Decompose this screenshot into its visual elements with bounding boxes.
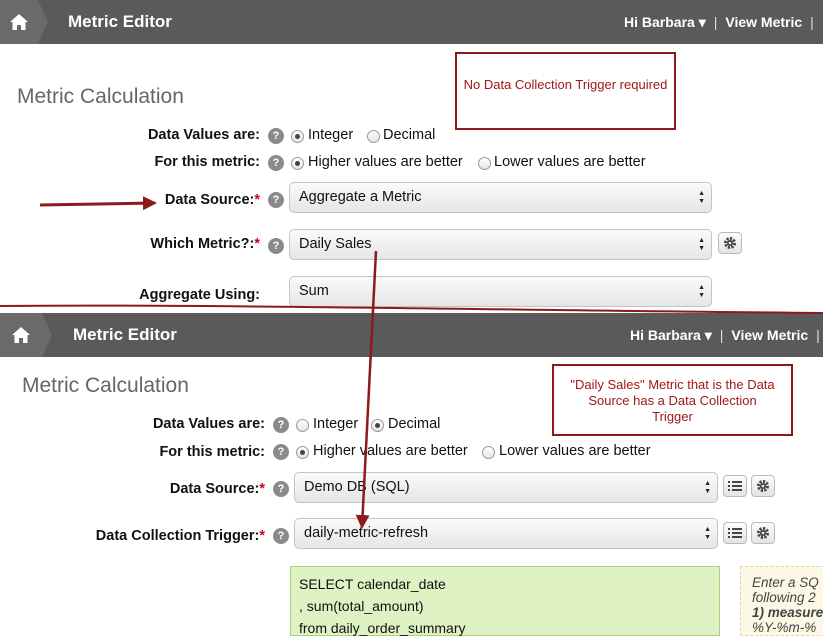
top-header-bar: Metric Editor Hi Barbara ▾ | View Metric |	[0, 0, 823, 44]
nav-separator: |	[810, 14, 814, 30]
which-metric-label: Which Metric?:*	[150, 236, 260, 252]
breadcrumb-notch	[42, 313, 52, 357]
bottom-header-bar: Metric Editor Hi Barbara ▾ | View Metric |	[0, 313, 823, 357]
radio-integer-label: Integer	[313, 416, 359, 432]
header-user-nav: Hi Barbara ▾ | View Metric |	[624, 0, 822, 44]
radio-decimal-label: Decimal	[388, 416, 441, 432]
required-marker: *	[259, 528, 265, 544]
radio-integer[interactable]	[291, 130, 304, 143]
help-icon[interactable]: ?	[273, 528, 289, 544]
view-metric-link[interactable]: View Metric	[725, 14, 802, 30]
data-source-select[interactable]: Aggregate a Metric ▲ ▼	[289, 182, 712, 213]
select-arrows-icon: ▲ ▼	[698, 190, 705, 205]
help-icon[interactable]: ?	[273, 444, 289, 460]
section-title: Metric Calculation	[22, 374, 189, 397]
radio-lower-better-label: Lower values are better	[499, 443, 651, 459]
data-source-list-button[interactable]	[723, 475, 747, 497]
data-source-label: Data Source:*	[169, 481, 265, 497]
gear-icon	[757, 480, 769, 492]
radio-decimal[interactable]	[367, 130, 380, 143]
breadcrumb-notch	[38, 0, 48, 44]
annotation-arrow	[39, 196, 157, 211]
sql-line: SELECT calendar_date	[299, 576, 446, 592]
data-source-select[interactable]: Demo DB (SQL) ▲ ▼	[294, 472, 718, 503]
required-marker: *	[254, 192, 260, 208]
list-icon	[728, 481, 742, 491]
help-icon[interactable]: ?	[273, 481, 289, 497]
nav-separator: |	[719, 327, 724, 343]
trigger-value: daily-metric-refresh	[304, 525, 429, 541]
hint-line: 1) measure	[752, 605, 823, 620]
radio-higher-better[interactable]	[291, 157, 304, 170]
home-icon	[12, 327, 30, 343]
page-title: Metric Editor	[68, 12, 172, 31]
trigger-list-button[interactable]	[723, 522, 747, 544]
help-icon[interactable]: ?	[268, 192, 284, 208]
help-icon[interactable]: ?	[268, 155, 284, 171]
help-icon[interactable]: ?	[273, 417, 289, 433]
radio-decimal[interactable]	[371, 419, 384, 432]
user-menu[interactable]: Hi Barbara ▾	[630, 327, 712, 343]
which-metric-select[interactable]: Daily Sales ▲ ▼	[289, 229, 712, 260]
radio-integer[interactable]	[296, 419, 309, 432]
hint-line: following 2	[752, 590, 816, 605]
home-icon	[10, 14, 28, 30]
required-marker: *	[259, 481, 265, 497]
gear-icon	[757, 527, 769, 539]
radio-higher-better-label: Higher values are better	[313, 443, 468, 459]
radio-decimal-label: Decimal	[383, 127, 436, 143]
for-metric-label: For this metric:	[154, 154, 260, 170]
select-arrows-icon: ▲ ▼	[704, 526, 711, 541]
home-button[interactable]	[0, 0, 38, 44]
data-source-value: Demo DB (SQL)	[304, 479, 410, 495]
sql-line: from daily_order_summary	[299, 620, 466, 636]
section-title: Metric Calculation	[17, 85, 184, 108]
select-arrows-icon: ▲ ▼	[698, 237, 705, 252]
sql-line: , sum(total_amount)	[299, 598, 424, 614]
user-menu[interactable]: Hi Barbara ▾	[624, 14, 706, 30]
data-values-label: Data Values are:	[147, 127, 260, 143]
data-values-label: Data Values are:	[152, 416, 265, 432]
select-arrows-icon: ▲ ▼	[698, 284, 705, 299]
hint-line: Enter a SQ	[752, 575, 819, 590]
which-metric-value: Daily Sales	[299, 236, 372, 252]
sql-editor[interactable]: SELECT calendar_date , sum(total_amount)…	[290, 566, 720, 636]
help-icon[interactable]: ?	[268, 128, 284, 144]
header-user-nav: Hi Barbara ▾ | View Metric |	[630, 313, 823, 357]
sql-hint-panel: Enter a SQ following 2 1) measure %Y-%m-…	[740, 566, 823, 636]
radio-integer-label: Integer	[308, 127, 354, 143]
radio-lower-better[interactable]	[478, 157, 491, 170]
aggregate-value: Sum	[299, 283, 329, 299]
annotation-callout: "Daily Sales" Metric that is the Data So…	[552, 364, 793, 436]
view-metric-link[interactable]: View Metric	[731, 327, 808, 343]
page-title: Metric Editor	[73, 325, 177, 344]
gear-icon	[724, 237, 736, 249]
nav-separator: |	[713, 14, 718, 30]
data-source-settings-button[interactable]	[751, 475, 775, 497]
home-button[interactable]	[0, 313, 42, 357]
list-icon	[728, 528, 742, 538]
nav-separator: |	[816, 327, 820, 343]
aggregate-select[interactable]: Sum ▲ ▼	[289, 276, 712, 307]
radio-higher-better[interactable]	[296, 446, 309, 459]
help-icon[interactable]: ?	[268, 238, 284, 254]
data-source-label: Data Source:*	[164, 192, 260, 208]
trigger-label: Data Collection Trigger:*	[95, 528, 265, 544]
metric-settings-button[interactable]	[718, 232, 742, 254]
trigger-settings-button[interactable]	[751, 522, 775, 544]
aggregate-label: Aggregate Using:	[139, 287, 260, 303]
radio-higher-better-label: Higher values are better	[308, 154, 463, 170]
required-marker: *	[254, 236, 260, 252]
trigger-select[interactable]: daily-metric-refresh ▲ ▼	[294, 518, 718, 549]
select-arrows-icon: ▲ ▼	[704, 480, 711, 495]
annotation-callout: No Data Collection Trigger required	[455, 52, 676, 130]
data-source-value: Aggregate a Metric	[299, 189, 422, 205]
for-metric-label: For this metric:	[159, 444, 265, 460]
radio-lower-better[interactable]	[482, 446, 495, 459]
radio-lower-better-label: Lower values are better	[494, 154, 646, 170]
